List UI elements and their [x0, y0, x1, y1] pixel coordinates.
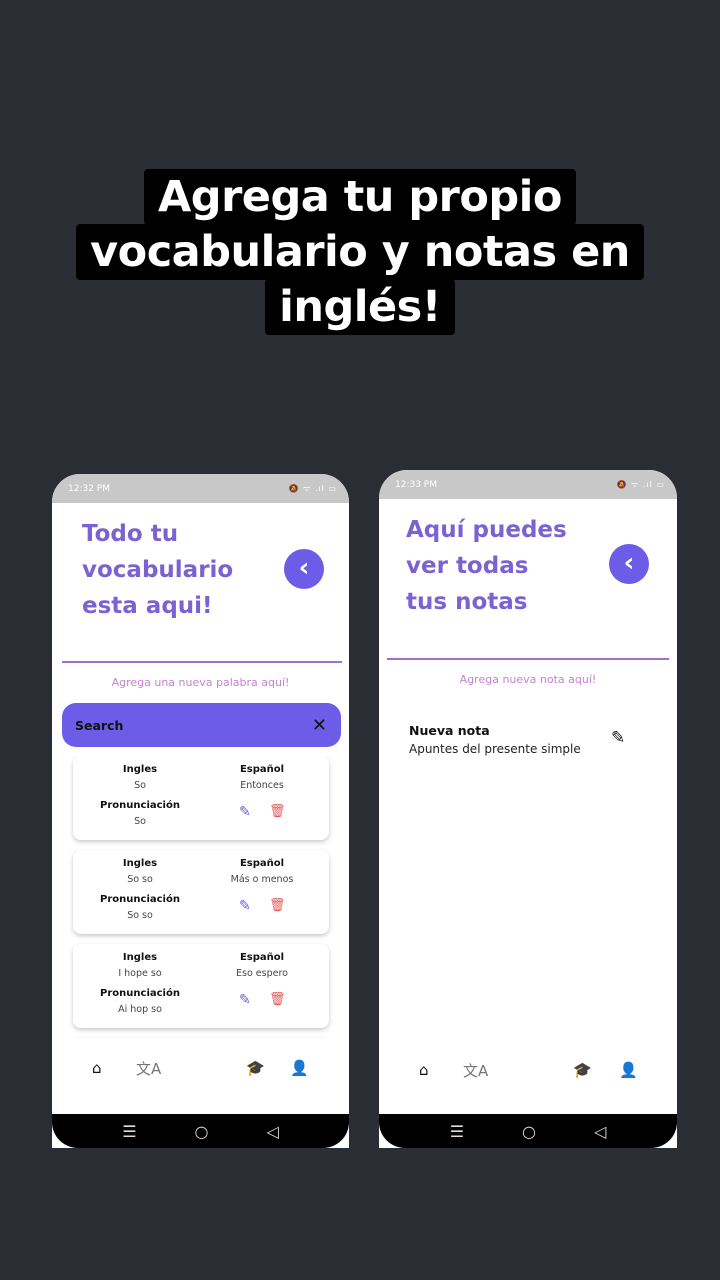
value-espanol: Eso espero [236, 968, 288, 979]
home-circle-icon[interactable]: ○ [195, 1122, 209, 1141]
status-time: 12:32 PM [68, 483, 110, 494]
value-ingles: So so [127, 874, 153, 885]
add-word-link[interactable]: Agrega una nueva palabra aquí! [52, 676, 349, 689]
note-title[interactable]: Nueva nota [409, 723, 490, 738]
person-icon[interactable]: 👤 [619, 1061, 638, 1079]
add-note-link[interactable]: Agrega nueva nota aquí! [379, 673, 677, 686]
page-title: Todo tu vocabulario esta aqui! [82, 516, 233, 624]
pencil-icon[interactable]: ✎ [611, 728, 625, 748]
title-line: vocabulario [82, 557, 234, 583]
translate-icon[interactable]: 文A [136, 1058, 161, 1079]
label-ingles: Ingles [122, 858, 158, 869]
vocabulary-card: Ingles So Español Entonces Pronunciación… [73, 756, 329, 840]
title-line: esta aqui! [82, 593, 213, 619]
title-line: tus notas [406, 589, 528, 615]
menu-icon[interactable]: ☰ [450, 1122, 464, 1141]
system-nav-bar: ☰ ○ ◁ [379, 1114, 677, 1148]
close-icon[interactable]: ✕ [312, 715, 327, 736]
back-triangle-icon[interactable]: ◁ [267, 1122, 279, 1141]
translate-icon[interactable]: 文A [463, 1060, 488, 1081]
label-espanol: Español [239, 858, 285, 869]
label-ingles: Ingles [122, 952, 158, 963]
status-icons: 🔕 ᯤ .ıl ▭ [616, 480, 665, 489]
headline: Agrega tu propio vocabulario y notas en … [0, 169, 720, 335]
back-triangle-icon[interactable]: ◁ [594, 1122, 606, 1141]
school-icon[interactable]: 🎓 [246, 1059, 265, 1077]
status-bar: 12:33 PM 🔕 ᯤ .ıl ▭ [379, 470, 677, 499]
home-icon[interactable]: ⌂ [92, 1059, 102, 1077]
system-nav-bar: ☰ ○ ◁ [52, 1114, 349, 1148]
value-espanol: Más o menos [230, 874, 294, 885]
headline-line-1: Agrega tu propio [144, 169, 576, 225]
home-circle-icon[interactable]: ○ [522, 1122, 536, 1141]
page-title: Aquí puedes ver todas tus notas [406, 512, 567, 620]
value-pronunciacion: So [134, 816, 146, 827]
vocabulary-card: Ingles I hope so Español Eso espero Pron… [73, 944, 329, 1028]
divider [387, 658, 669, 660]
menu-icon[interactable]: ☰ [122, 1122, 136, 1141]
home-icon[interactable]: ⌂ [419, 1061, 429, 1079]
vocabulary-card: Ingles So so Español Más o menos Pronunc… [73, 850, 329, 934]
phone-notes: 12:33 PM 🔕 ᯤ .ıl ▭ Aquí puedes ver todas… [379, 470, 677, 1148]
school-icon[interactable]: 🎓 [573, 1061, 592, 1079]
pencil-icon[interactable]: ✎ [239, 992, 251, 1008]
label-espanol: Español [239, 764, 285, 775]
trash-icon[interactable]: 🗑 [269, 992, 286, 1007]
value-espanol: Entonces [240, 780, 284, 791]
pencil-icon[interactable]: ✎ [239, 804, 251, 820]
label-pronunciacion: Pronunciación [100, 894, 180, 905]
status-icons: 🔕 ᯤ .ıl ▭ [288, 484, 337, 493]
label-ingles: Ingles [122, 764, 158, 775]
title-line: Aquí puedes [406, 517, 567, 543]
divider [62, 661, 342, 663]
value-pronunciacion: Ai hop so [118, 1004, 162, 1015]
trash-icon[interactable]: 🗑 [269, 804, 286, 819]
status-bar: 12:32 PM 🔕 ᯤ .ıl ▭ [52, 474, 349, 503]
status-time: 12:33 PM [395, 479, 437, 490]
back-button[interactable]: ‹ [609, 544, 649, 584]
vocabulary-list: Ingles So Español Entonces Pronunciación… [52, 756, 349, 1043]
label-pronunciacion: Pronunciación [100, 800, 180, 811]
search-bar[interactable]: Search ✕ [62, 703, 341, 747]
note-body[interactable]: Apuntes del presente simple [409, 742, 581, 756]
person-icon[interactable]: 👤 [290, 1059, 309, 1077]
back-button[interactable]: ‹ [284, 549, 324, 589]
headline-line-3: inglés! [265, 279, 455, 335]
title-line: ver todas [406, 553, 529, 579]
phone-vocabulary: 12:32 PM 🔕 ᯤ .ıl ▭ Todo tu vocabulario e… [52, 474, 349, 1148]
pencil-icon[interactable]: ✎ [239, 898, 251, 914]
value-pronunciacion: So so [127, 910, 153, 921]
label-espanol: Español [239, 952, 285, 963]
title-line: Todo tu [82, 521, 179, 547]
value-ingles: I hope so [118, 968, 162, 979]
bottom-nav: ⌂ 文A 🎓 👤 [52, 1038, 349, 1098]
label-pronunciacion: Pronunciación [100, 988, 180, 999]
search-label: Search [75, 717, 124, 733]
headline-line-2: vocabulario y notas en [76, 224, 644, 280]
value-ingles: So [134, 780, 146, 791]
bottom-nav: ⌂ 文A 🎓 👤 [379, 1040, 677, 1100]
trash-icon[interactable]: 🗑 [269, 898, 286, 913]
